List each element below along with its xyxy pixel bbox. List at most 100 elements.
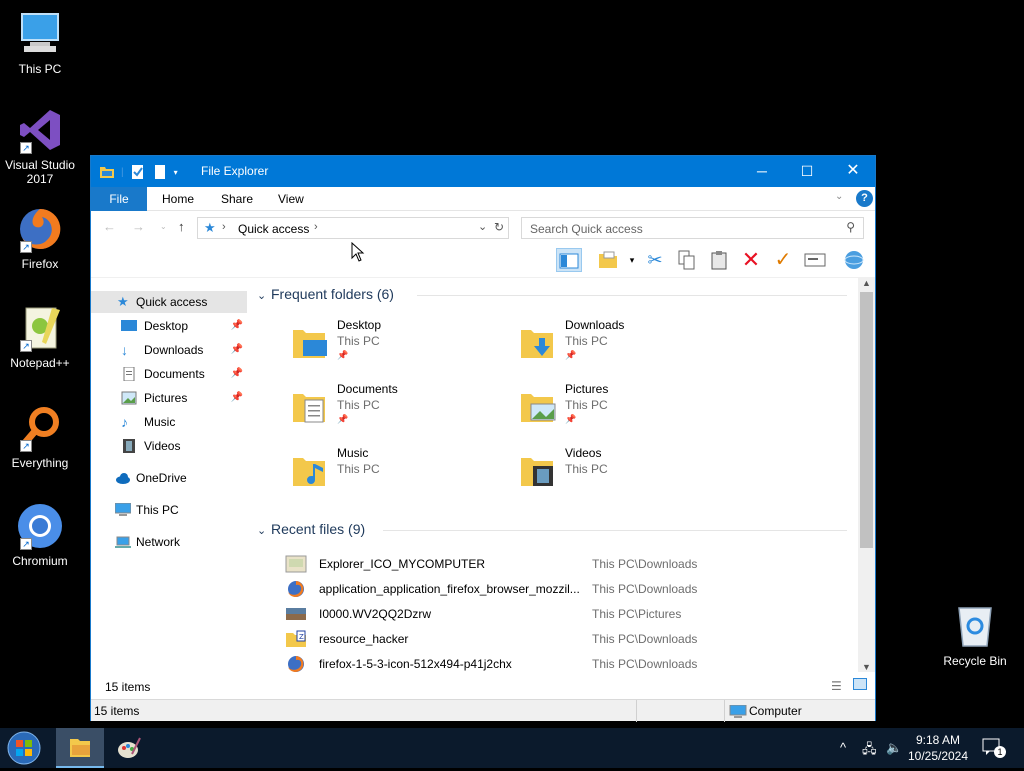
volume-muted-icon[interactable]: 🔈 (886, 740, 902, 756)
delete-icon[interactable]: ✕ (738, 248, 764, 272)
star-icon: ★ (117, 294, 129, 309)
sidebar-item-network[interactable]: Network (91, 531, 247, 553)
sidebar-item-videos[interactable]: Videos (91, 435, 247, 457)
chevron-right-icon[interactable]: › (314, 221, 318, 233)
help-icon[interactable]: ? (856, 190, 873, 207)
file-explorer-window: | ▾ File Explorer ─ ☐ ✕ File Home Share … (90, 155, 876, 722)
tab-view[interactable]: View (264, 187, 318, 211)
sidebar-item-this-pc[interactable]: This PC (91, 499, 247, 521)
music-note-icon: ♪ (121, 414, 128, 430)
paste-icon[interactable] (706, 248, 732, 272)
svg-text:Z: Z (299, 633, 304, 641)
action-center-icon[interactable]: 1 (982, 738, 1006, 758)
desktop-icon-notepadpp[interactable]: ↗ Notepad++ (0, 304, 80, 370)
sidebar-item-music[interactable]: ♪ Music (91, 411, 247, 433)
pin-icon[interactable]: 📌 (231, 387, 243, 409)
show-hidden-icons-icon[interactable]: ^ (840, 740, 846, 755)
pin-icon[interactable]: 📌 (231, 315, 243, 337)
folder-icon (70, 739, 90, 757)
large-icons-view-icon[interactable] (853, 678, 867, 690)
computer-file-icon (285, 555, 307, 573)
table-row[interactable]: firefox-1-5-3-icon-512x494-p41j2chx This… (285, 652, 855, 676)
close-button[interactable]: ✕ (830, 156, 876, 187)
select-all-checkmark-icon[interactable]: ✓ (770, 248, 796, 272)
computer-icon (729, 704, 747, 718)
recycle-bin-icon (951, 602, 999, 650)
windows-start-icon (7, 731, 41, 765)
taskbar-file-explorer[interactable] (56, 728, 104, 768)
tab-home[interactable]: Home (148, 187, 208, 211)
file-name: firefox-1-5-3-icon-512x494-p41j2chx (319, 657, 512, 671)
maximize-button[interactable]: ☐ (784, 156, 830, 187)
sidebar-item-quick-access[interactable]: ★ Quick access (91, 291, 247, 313)
sidebar-item-desktop[interactable]: Desktop 📌 (91, 315, 247, 337)
file-name: resource_hacker (319, 632, 409, 646)
search-box[interactable]: Search Quick access ⚲ (521, 217, 864, 239)
sidebar-item-label: Quick access (136, 295, 208, 309)
scroll-thumb[interactable] (860, 292, 873, 548)
address-bar-row: ← → ⌄ ↑ ★ › Quick access › ⌄ ↻ Search Qu… (91, 212, 875, 242)
pin-icon[interactable]: 📌 (231, 339, 243, 361)
expand-ribbon-icon[interactable]: ⌄ (835, 191, 843, 202)
taskbar-clock[interactable]: 9:18 AM 10/25/2024 (902, 732, 974, 764)
tab-share[interactable]: Share (207, 187, 267, 211)
this-pc-icon (16, 10, 64, 58)
desktop-icon-chromium[interactable]: ↗ Chromium (0, 502, 80, 568)
sidebar-item-documents[interactable]: Documents 📌 (91, 363, 247, 385)
file-location: This PC\Pictures (592, 607, 682, 621)
taskbar-paint[interactable] (106, 728, 154, 768)
desktop-icon-this-pc[interactable]: This PC (0, 10, 80, 76)
preview-pane-icon[interactable] (556, 248, 582, 272)
back-button[interactable]: ← (103, 219, 116, 234)
pin-icon[interactable]: 📌 (231, 363, 243, 385)
up-button[interactable]: ↑ (178, 219, 185, 234)
film-icon (123, 439, 135, 453)
shortcut-arrow-icon: ↗ (20, 440, 32, 452)
scroll-down-icon[interactable]: ▼ (862, 662, 871, 672)
address-bar[interactable]: ★ › Quick access › ⌄ ↻ (197, 217, 509, 239)
properties-globe-icon[interactable] (841, 248, 867, 272)
address-dropdown-icon[interactable]: ⌄ (478, 220, 487, 233)
network-icon (115, 536, 131, 548)
file-location: This PC\Downloads (592, 632, 698, 646)
desktop-icon-label: Firefox (21, 257, 59, 271)
sidebar-item-onedrive[interactable]: OneDrive (91, 467, 247, 489)
search-icon[interactable]: ⚲ (846, 220, 855, 234)
new-folder-icon[interactable] (152, 164, 168, 180)
customize-dropdown-icon[interactable]: ▾ (174, 168, 178, 177)
rename-icon[interactable] (802, 248, 828, 272)
sidebar-item-downloads[interactable]: ↓ Downloads 📌 (91, 339, 247, 361)
network-status-icon[interactable]: 🖧 (862, 740, 877, 762)
table-row[interactable]: Z resource_hacker This PC\Downloads (285, 627, 855, 651)
cloud-icon (116, 473, 130, 484)
visual-studio-icon: ↗ (16, 106, 64, 154)
desktop-icon-visual-studio[interactable]: ↗ Visual Studio 2017 (0, 106, 80, 186)
clock-date: 10/25/2024 (907, 749, 969, 763)
desktop-icon-recycle-bin[interactable]: Recycle Bin (935, 602, 1015, 668)
quick-access-star-icon: ★ (204, 220, 216, 235)
sidebar-item-label: Videos (144, 439, 181, 453)
minimize-button[interactable]: ─ (739, 156, 785, 187)
table-row[interactable]: application_application_firefox_browser_… (285, 577, 855, 601)
firefox-file-icon (288, 656, 304, 672)
vertical-scrollbar[interactable]: ▲ ▼ (858, 278, 875, 672)
refresh-icon[interactable]: ↻ (494, 220, 504, 234)
cut-icon[interactable]: ✂ (642, 248, 668, 272)
sidebar-item-pictures[interactable]: Pictures 📌 (91, 387, 247, 409)
forward-button[interactable]: → (132, 219, 145, 234)
desktop-icon-firefox[interactable]: ↗ Firefox (0, 205, 80, 271)
tab-file[interactable]: File (91, 187, 147, 211)
title-bar[interactable]: | ▾ File Explorer ─ ☐ ✕ (91, 156, 875, 187)
file-location: This PC\Downloads (592, 582, 698, 596)
scroll-up-icon[interactable]: ▲ (862, 278, 871, 288)
table-row[interactable]: Explorer_ICO_MYCOMPUTER This PC\Download… (285, 552, 855, 576)
picture-icon (121, 391, 137, 405)
desktop-icon-everything[interactable]: ↗ Everything (0, 404, 80, 470)
layout-icon[interactable] (595, 248, 621, 272)
table-row[interactable]: I0000.WV2QQ2Dzrw This PC\Pictures (285, 602, 855, 626)
details-view-icon[interactable]: ☰ (831, 679, 842, 693)
properties-icon[interactable] (130, 164, 146, 180)
copy-icon[interactable] (674, 248, 700, 272)
recent-locations-icon[interactable]: ⌄ (160, 222, 167, 231)
start-button[interactable] (4, 728, 52, 768)
